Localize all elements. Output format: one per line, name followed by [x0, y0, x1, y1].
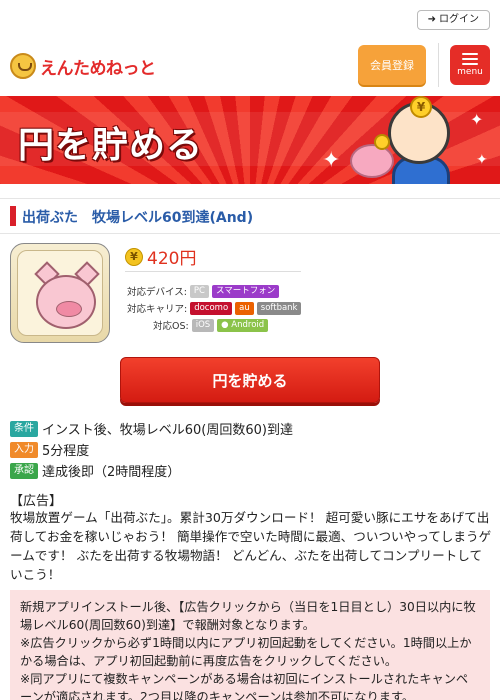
carrier-tag-docomo: docomo: [190, 301, 233, 315]
ad-heading: 【広告】: [10, 494, 63, 509]
input-tag: 入力: [10, 441, 38, 458]
notice-box: 新規アプリインストール後、【広告クリックから（当日を1日目とし）30日以内に牧場…: [10, 590, 490, 700]
login-button[interactable]: ➜ ログイン: [416, 10, 490, 30]
title-accent-bar: [10, 206, 16, 226]
app-icon: [10, 243, 110, 343]
sparkle-icon: ✦: [322, 148, 341, 173]
app-icon-frame: [17, 250, 103, 336]
site-header: ➜ ログイン えんためねっと 会員登録 menu: [0, 0, 500, 96]
sparkle-icon: ✦: [476, 152, 488, 168]
approval-text: 達成後即（2時間程度）: [42, 465, 181, 480]
device-tag-pc: PC: [189, 284, 209, 298]
android-icon: ●: [221, 319, 232, 330]
os-row: 対応OS: iOS ● Android: [153, 318, 269, 332]
menu-label: menu: [457, 67, 483, 77]
sparkle-icon: ✦: [470, 110, 484, 129]
condition-text: インスト後、牧場レベル60(周回数60)到達: [42, 423, 293, 438]
hero-banner: 円を貯める ✦ ✦ ✦ ¥: [0, 96, 500, 184]
notice-line: ※広告クリックから必ず1時間以内にアプリ初回起動をしてください。1時間以上かかる…: [20, 636, 472, 668]
app-title: 出荷ぶた 牧場レベル60到達(And): [22, 210, 254, 226]
device-tag-smartphone: スマートフォン: [211, 284, 280, 298]
login-arrow-icon: ➜: [427, 14, 436, 25]
devices-row: 対応デバイス: PC スマートフォン: [127, 284, 280, 298]
coin-icon: [374, 134, 390, 150]
approval-tag: 承認: [10, 462, 38, 479]
os-tag-android: ● Android: [217, 318, 269, 332]
carrier-tag-softbank: softbank: [256, 301, 302, 315]
site-logo[interactable]: えんためねっと: [10, 52, 156, 80]
hamburger-icon: [462, 53, 478, 65]
price-row: ¥ 420円: [125, 244, 196, 269]
yen-coin-icon: ¥: [410, 96, 432, 118]
banner-title: 円を貯める: [18, 125, 204, 166]
carriers-row: 対応キャリア: docomo au softbank: [127, 301, 302, 315]
devices-label: 対応デバイス:: [127, 287, 187, 298]
os-tag-ios: iOS: [191, 318, 215, 332]
notice-line: 新規アプリインストール後、【広告クリックから（当日を1日目とし）30日以内に牧場…: [20, 600, 476, 632]
condition-row: 条件 インスト後、牧場レベル60(周回数60)到達: [10, 419, 293, 438]
piggy-bank-icon: [350, 144, 394, 178]
notice-line: ※同アプリにて複数キャンペーンがある場合は初回にインストールされたキャンペーンが…: [20, 672, 469, 700]
carrier-tag-au: au: [235, 301, 254, 315]
menu-button[interactable]: menu: [450, 45, 490, 85]
approval-row: 承認 達成後即（2時間程度）: [10, 461, 180, 480]
app-title-row: 出荷ぶた 牧場レベル60到達(And): [0, 198, 500, 234]
earn-yen-button[interactable]: 円を貯める: [120, 357, 380, 403]
login-label: ログイン: [439, 14, 479, 25]
os-label: 対応OS:: [153, 321, 189, 332]
os-tag-ios-label: iOS: [195, 319, 211, 330]
logo-text: えんためねっと: [40, 58, 156, 79]
logo-mascot-icon: [10, 53, 36, 79]
header-divider: [438, 43, 439, 87]
price-divider: [125, 271, 301, 272]
os-tag-android-label: Android: [231, 319, 265, 330]
yen-icon: ¥: [125, 247, 143, 266]
ad-description: 牧場放置ゲーム「出荷ぶた」。累計30万ダウンロード！ 超可愛い豚にエサをあげて出…: [10, 510, 492, 582]
condition-tag: 条件: [10, 420, 38, 437]
input-time-row: 入力 5分程度: [10, 440, 89, 459]
carriers-label: 対応キャリア:: [127, 304, 188, 315]
pig-snout: [56, 301, 82, 317]
register-button[interactable]: 会員登録: [358, 45, 426, 85]
input-time-text: 5分程度: [42, 444, 90, 459]
reward-price: 420円: [147, 249, 197, 269]
